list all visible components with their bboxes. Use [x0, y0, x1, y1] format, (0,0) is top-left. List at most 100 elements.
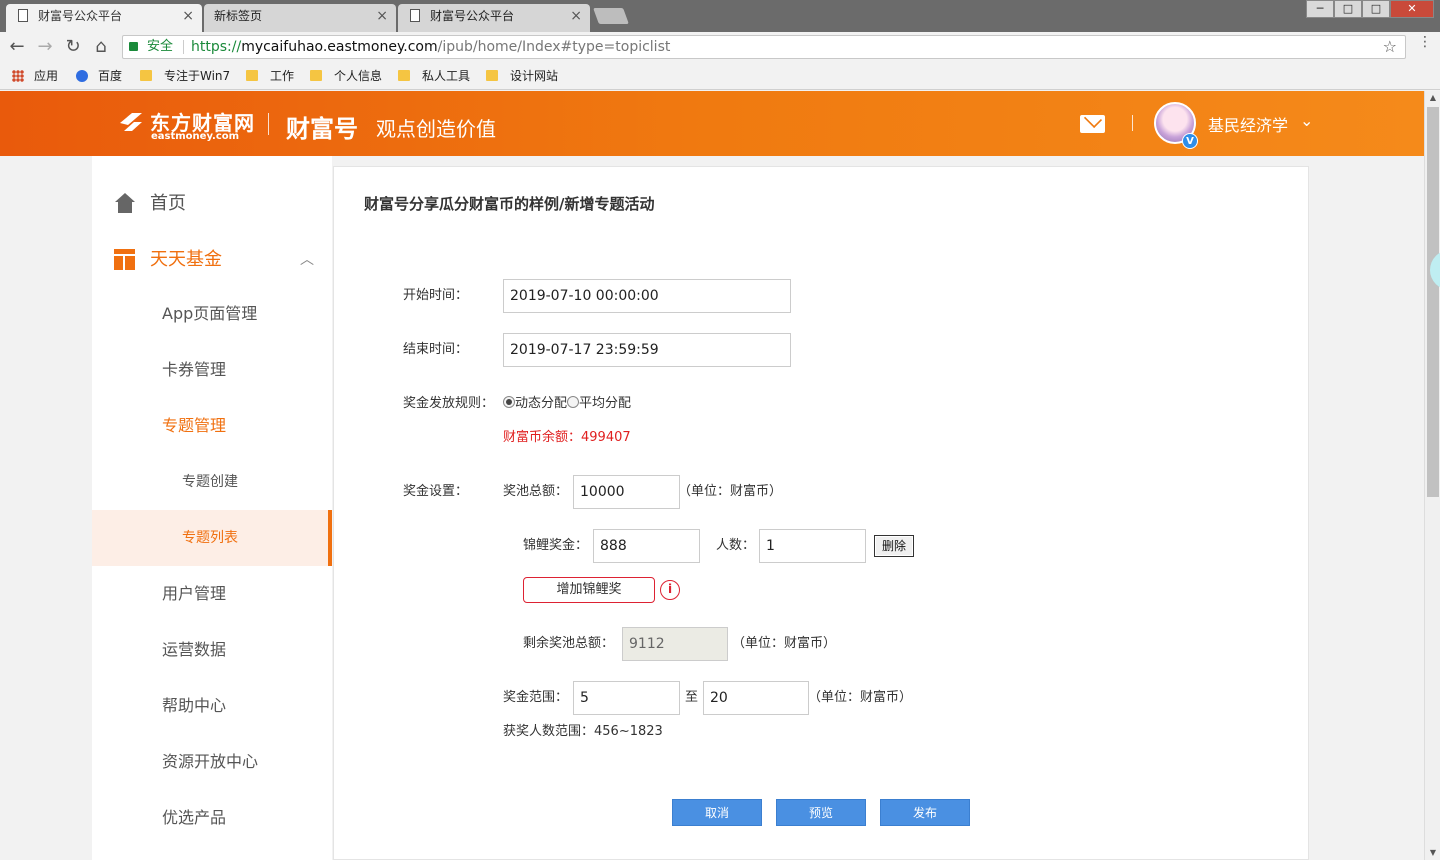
sidebar-item-help[interactable]: 帮助中心: [92, 678, 332, 734]
browser-tab[interactable]: 财富号公众平台 ×: [398, 4, 590, 32]
scroll-down-icon[interactable]: ▼: [1425, 846, 1440, 860]
close-tab-icon[interactable]: ×: [182, 4, 194, 28]
sidebar-item-topics[interactable]: 专题管理: [92, 398, 332, 454]
add-koi-button[interactable]: 增加锦鲤奖: [523, 577, 655, 603]
sidebar-item-topic-list[interactable]: 专题列表: [92, 510, 332, 566]
unit-text: （单位：财富币）: [678, 484, 783, 499]
bookmark-folder[interactable]: 工作: [246, 68, 294, 84]
sidebar-item-topic-create[interactable]: 专题创建: [92, 454, 332, 510]
logo-subtext: eastmoney.com: [151, 131, 240, 142]
end-time-label: 结束时间：: [403, 342, 469, 357]
sidebar-item-fund[interactable]: 天天基金 ︿: [92, 232, 332, 288]
scroll-up-icon[interactable]: ▲: [1425, 91, 1440, 105]
sidebar-item-label: 专题列表: [182, 530, 238, 546]
people-input[interactable]: [759, 529, 866, 563]
chevron-down-icon[interactable]: ⌄: [1300, 111, 1313, 130]
preview-button[interactable]: 预览: [776, 799, 866, 826]
browser-toolbar: ← → ↻ ⌂ 安全 https://mycaifuhao.eastmoney.…: [0, 32, 1440, 62]
brand-title: 财富号: [286, 115, 358, 143]
site-header: 东方财富网 eastmoney.com 财富号 观点创造价值 V 基民经济学 ⌄: [0, 91, 1424, 156]
back-icon[interactable]: ←: [6, 36, 28, 58]
pool-total-label: 奖池总额：: [503, 484, 569, 499]
sidebar-item-home[interactable]: 首页: [92, 176, 332, 232]
publish-button[interactable]: 发布: [880, 799, 970, 826]
new-tab-button[interactable]: [593, 8, 629, 24]
sidebar-item-app-pages[interactable]: App页面管理: [92, 286, 332, 342]
start-time-input[interactable]: [503, 279, 791, 313]
range-min-input[interactable]: [573, 681, 680, 715]
close-tab-icon[interactable]: ×: [570, 4, 582, 28]
info-icon[interactable]: i: [660, 580, 680, 600]
scroll-thumb[interactable]: [1427, 107, 1439, 497]
bookmark-label: 应用: [34, 69, 59, 83]
radio-dynamic-label[interactable]: 动态分配: [515, 396, 567, 411]
prize-range-label: 奖金范围：: [503, 690, 569, 705]
sidebar-item-label: 运营数据: [162, 640, 227, 659]
koi-prize-input[interactable]: [593, 529, 700, 563]
bookmark-apps[interactable]: 应用: [12, 68, 58, 84]
maximize-button[interactable]: □: [1334, 0, 1362, 18]
prize-settings-label: 奖金设置：: [403, 484, 469, 499]
folder-icon: [398, 70, 410, 81]
restore-button[interactable]: □: [1362, 0, 1390, 18]
browser-tabstrip: 财富号公众平台 × 新标签页 × 财富号公众平台 × ─ □ □ ✕: [0, 0, 1440, 32]
sidebar-item-label: 首页: [150, 193, 186, 214]
page-icon: [410, 9, 420, 22]
forward-icon[interactable]: →: [34, 36, 56, 58]
pool-total-input[interactable]: [573, 475, 680, 509]
start-time-label: 开始时间：: [403, 288, 469, 303]
radio-average-label[interactable]: 平均分配: [579, 396, 631, 411]
page-scrollbar[interactable]: ▲ ▼: [1424, 91, 1440, 860]
sidebar-item-operations[interactable]: 运营数据: [92, 622, 332, 678]
bookmark-folder[interactable]: 专注于Win7: [140, 68, 230, 84]
divider: [1132, 115, 1133, 131]
sidebar-item-products[interactable]: 优选产品: [92, 790, 332, 846]
grid-icon: [114, 249, 135, 270]
address-bar[interactable]: 安全 https://mycaifuhao.eastmoney.com/ipub…: [122, 35, 1406, 59]
eastmoney-logo-icon[interactable]: [118, 111, 144, 133]
end-time-input[interactable]: [503, 333, 791, 367]
bookmark-label: 个人信息: [334, 69, 383, 83]
page-title: 财富号分享瓜分财富币的样例/新增专题活动: [364, 195, 655, 213]
bookmark-baidu[interactable]: 百度: [76, 68, 122, 84]
delete-button[interactable]: 删除: [874, 535, 914, 557]
close-window-button[interactable]: ✕: [1390, 0, 1434, 18]
sidebar-item-label: 专题创建: [182, 474, 238, 490]
sidebar-item-users[interactable]: 用户管理: [92, 566, 332, 622]
bookmark-label: 百度: [98, 69, 123, 83]
sidebar-item-label: 优选产品: [162, 808, 227, 827]
close-tab-icon[interactable]: ×: [376, 4, 388, 28]
rule-label: 奖金发放规则：: [403, 396, 495, 411]
rule-radio-group: 动态分配 平均分配: [503, 393, 631, 415]
sidebar-item-resources[interactable]: 资源开放中心: [92, 734, 332, 790]
apps-grid-icon: [12, 70, 24, 82]
lock-icon: [129, 42, 138, 51]
bookmark-star-icon[interactable]: ☆: [1383, 36, 1397, 58]
url-path: /ipub/home/Index#type=topiclist: [437, 39, 671, 55]
sidebar-item-label: 卡券管理: [162, 360, 227, 379]
winners-range-text: 获奖人数范围：456~1823: [503, 724, 663, 739]
remaining-pool-label: 剩余奖池总额：: [523, 636, 615, 651]
bookmark-folder[interactable]: 私人工具: [398, 68, 470, 84]
cancel-button[interactable]: 取消: [672, 799, 762, 826]
browser-menu-icon[interactable]: ⋮: [1418, 35, 1432, 49]
unit-text: （单位：财富币）: [732, 636, 837, 651]
home-icon[interactable]: ⌂: [90, 36, 112, 58]
browser-tab[interactable]: 财富号公众平台 ×: [6, 4, 202, 32]
browser-tab[interactable]: 新标签页 ×: [204, 4, 396, 32]
bookmark-folder[interactable]: 个人信息: [310, 68, 382, 84]
radio-average[interactable]: [567, 396, 580, 408]
user-name[interactable]: 基民经济学: [1208, 112, 1288, 136]
mail-icon[interactable]: [1080, 115, 1105, 133]
minimize-button[interactable]: ─: [1306, 0, 1334, 18]
sidebar-item-label: 资源开放中心: [162, 752, 259, 771]
sidebar-item-coupons[interactable]: 卡券管理: [92, 342, 332, 398]
radio-dynamic[interactable]: [503, 396, 515, 408]
range-max-input[interactable]: [703, 681, 809, 715]
reload-icon[interactable]: ↻: [62, 36, 84, 58]
sidebar-item-label: 帮助中心: [162, 696, 227, 715]
bookmark-folder[interactable]: 设计网站: [486, 68, 558, 84]
sidebar-item-label: 专题管理: [162, 416, 227, 435]
chevron-up-icon[interactable]: ︿: [300, 232, 314, 288]
people-label: 人数：: [716, 538, 756, 553]
